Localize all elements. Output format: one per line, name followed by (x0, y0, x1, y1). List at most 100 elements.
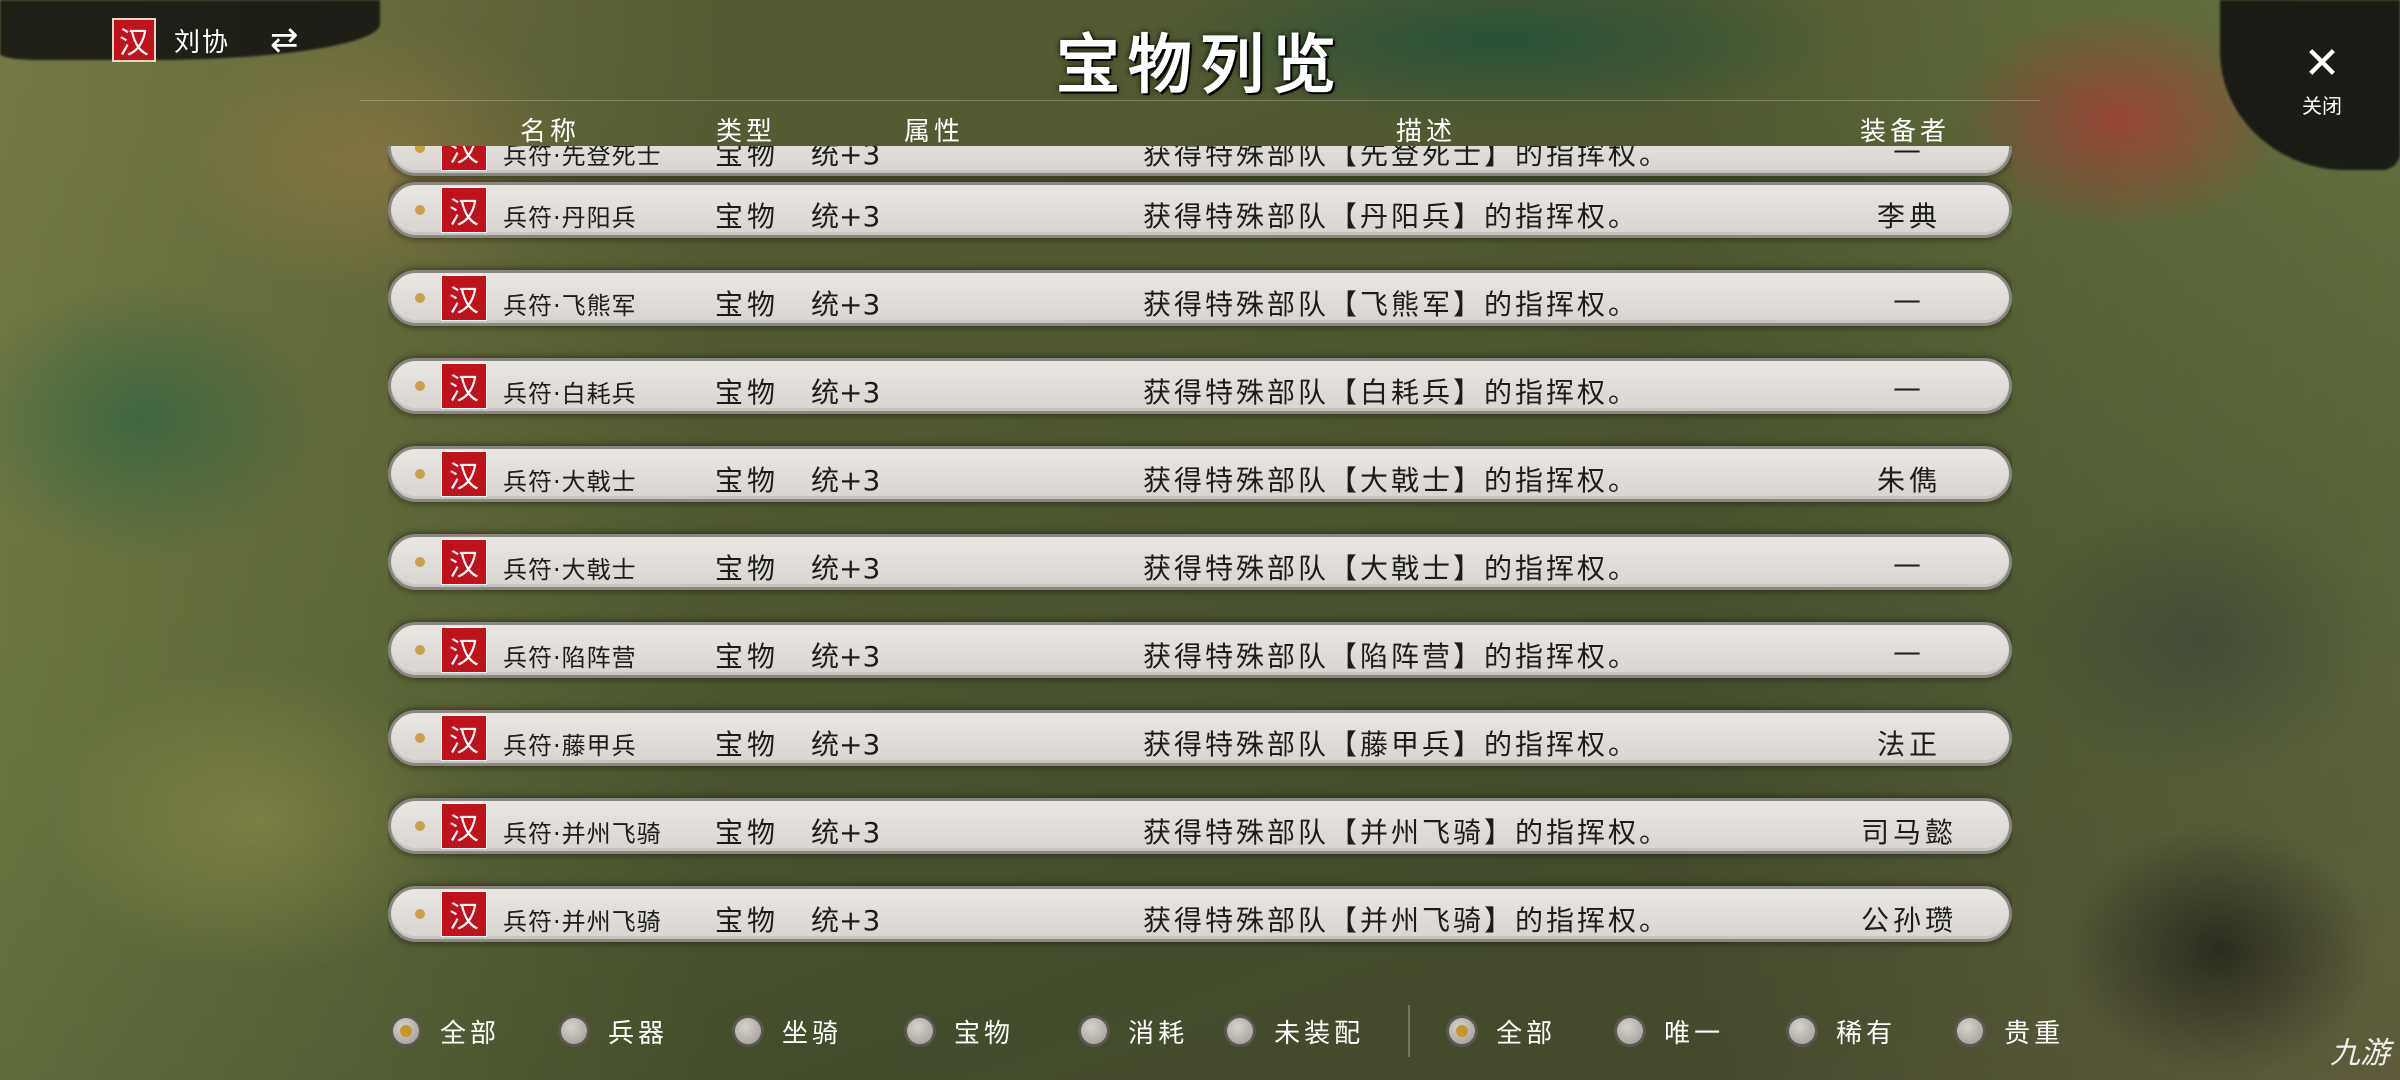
item-equipped-by: 法正 (1876, 728, 1941, 761)
item-name: 兵符·陷阵营 (503, 644, 637, 672)
item-type: 宝物 (715, 146, 780, 171)
item-description: 获得特殊部队【白耗兵】的指挥权。 (1143, 376, 1640, 409)
radio-button-icon[interactable] (904, 1015, 937, 1047)
item-attribute: 统+3 (811, 728, 881, 761)
item-description: 获得特殊部队【并州飞骑】的指挥权。 (1143, 816, 1671, 849)
treasure-row[interactable]: 汉兵符·大戟士 宝物 统+3 获得特殊部队【大戟士】的指挥权。 — (388, 534, 2012, 590)
filter-category-option[interactable]: 坐骑 (732, 1013, 842, 1050)
item-name: 兵符·丹阳兵 (503, 204, 637, 232)
close-button[interactable]: ✕ 关闭 (2282, 42, 2362, 119)
item-description: 获得特殊部队【丹阳兵】的指挥权。 (1143, 200, 1640, 233)
item-attribute: 统+3 (811, 816, 881, 849)
item-name: 兵符·白耗兵 (503, 380, 637, 408)
row-bullet-icon (415, 821, 425, 831)
radio-button-icon[interactable] (390, 1015, 422, 1047)
treasure-list[interactable]: 汉兵符·先登死士 宝物 统+3 获得特殊部队【先登死士】的指挥权。 — 汉兵符·丹阳兵 宝物… (388, 146, 2012, 974)
table-header: 名称 类型 属性 描述 装备者 (360, 100, 2040, 147)
item-attribute: 统+3 (811, 464, 881, 497)
item-name: 兵符·大戟士 (503, 468, 637, 496)
item-type: 宝物 (715, 200, 780, 233)
han-faction-badge: 汉 (441, 275, 487, 321)
item-type: 宝物 (715, 376, 780, 409)
row-bullet-icon (415, 557, 425, 567)
treasure-row[interactable]: 汉兵符·陷阵营 宝物 统+3 获得特殊部队【陷阵营】的指挥权。 — (388, 622, 2012, 678)
header-name: 名称 (520, 117, 581, 147)
filter-rarity-option[interactable]: 稀有 (1786, 1013, 1896, 1050)
radio-button-icon[interactable] (1954, 1015, 1987, 1047)
treasure-row[interactable]: 汉兵符·藤甲兵 宝物 统+3 获得特殊部队【藤甲兵】的指挥权。 法正 (388, 710, 2012, 766)
item-type: 宝物 (715, 640, 780, 673)
item-equipped-by: 司马懿 (1860, 816, 1957, 849)
item-attribute: 统+3 (811, 552, 881, 585)
treasure-row[interactable]: 汉兵符·先登死士 宝物 统+3 获得特殊部队【先登死士】的指挥权。 — (388, 146, 2012, 176)
filter-rarity-option[interactable]: 唯一 (1614, 1013, 1724, 1050)
row-bullet-icon (415, 205, 425, 215)
item-equipped-by: 公孙瓒 (1860, 904, 1957, 937)
row-bullet-icon (415, 381, 425, 391)
item-type: 宝物 (715, 728, 780, 761)
radio-button-icon[interactable] (1614, 1015, 1647, 1047)
header-type: 类型 (716, 117, 777, 147)
item-attribute: 统+3 (811, 288, 881, 321)
filter-category-option[interactable]: 兵器 (558, 1013, 668, 1050)
row-bullet-icon (415, 733, 425, 743)
radio-button-icon[interactable] (1446, 1015, 1479, 1047)
item-name: 兵符·先登死士 (503, 146, 662, 170)
filter-label: 未装配 (1274, 1018, 1365, 1049)
han-faction-badge: 汉 (441, 891, 487, 937)
radio-button-icon[interactable] (1224, 1015, 1257, 1047)
row-bullet-icon (415, 645, 425, 655)
item-name: 兵符·飞熊军 (503, 292, 637, 320)
han-faction-badge: 汉 (441, 627, 487, 673)
item-type: 宝物 (715, 464, 780, 497)
han-faction-badge: 汉 (441, 715, 487, 761)
filter-label: 兵器 (608, 1018, 669, 1049)
filter-category-option[interactable]: 全部 (390, 1013, 500, 1050)
radio-button-icon[interactable] (558, 1015, 591, 1047)
item-name: 兵符·大戟士 (503, 556, 637, 584)
filter-label: 宝物 (954, 1018, 1015, 1049)
item-attribute: 统+3 (811, 640, 881, 673)
filter-category-option[interactable]: 消耗 (1078, 1013, 1188, 1050)
filter-label: 唯一 (1664, 1018, 1725, 1049)
han-faction-badge: 汉 (441, 187, 487, 233)
han-faction-badge: 汉 (441, 363, 487, 409)
item-attribute: 统+3 (811, 146, 881, 171)
watermark-logo: 九游 (2330, 1036, 2390, 1071)
item-equipped-by: — (1893, 635, 1925, 668)
treasure-row[interactable]: 汉兵符·白耗兵 宝物 统+3 获得特殊部队【白耗兵】的指挥权。 — (388, 358, 2012, 414)
filter-category-option[interactable]: 宝物 (904, 1013, 1014, 1050)
radio-button-icon[interactable] (1786, 1015, 1819, 1047)
item-description: 获得特殊部队【大戟士】的指挥权。 (1143, 464, 1640, 497)
item-equipped-by: — (1893, 283, 1925, 316)
han-faction-badge: 汉 (441, 803, 487, 849)
item-attribute: 统+3 (811, 904, 881, 937)
filter-label: 贵重 (2004, 1018, 2065, 1049)
treasure-row[interactable]: 汉兵符·飞熊军 宝物 统+3 获得特殊部队【飞熊军】的指挥权。 — (388, 270, 2012, 326)
row-bullet-icon (415, 909, 425, 919)
radio-button-icon[interactable] (1078, 1015, 1111, 1047)
radio-button-icon[interactable] (732, 1015, 765, 1047)
han-faction-badge: 汉 (441, 146, 487, 171)
filter-category-option[interactable]: 未装配 (1224, 1013, 1364, 1050)
item-name: 兵符·并州飞骑 (503, 820, 662, 848)
item-equipped-by: — (1893, 371, 1925, 404)
page-title: 宝物列览 (1056, 28, 1344, 103)
han-faction-badge: 汉 (441, 451, 487, 497)
item-description: 获得特殊部队【大戟士】的指挥权。 (1143, 552, 1640, 585)
item-description: 获得特殊部队【藤甲兵】的指挥权。 (1143, 728, 1640, 761)
filter-label: 全部 (1496, 1018, 1557, 1049)
item-type: 宝物 (715, 288, 780, 321)
treasure-row[interactable]: 汉兵符·并州飞骑 宝物 统+3 获得特殊部队【并州飞骑】的指挥权。 公孙瓒 (388, 886, 2012, 942)
close-icon[interactable]: ✕ (2282, 42, 2362, 86)
treasure-row[interactable]: 汉兵符·丹阳兵 宝物 统+3 获得特殊部队【丹阳兵】的指挥权。 李典 (388, 182, 2012, 238)
item-description: 获得特殊部队【飞熊军】的指挥权。 (1143, 288, 1640, 321)
treasure-row[interactable]: 汉兵符·并州飞骑 宝物 统+3 获得特殊部队【并州飞骑】的指挥权。 司马懿 (388, 798, 2012, 854)
treasure-row[interactable]: 汉兵符·大戟士 宝物 统+3 获得特殊部队【大戟士】的指挥权。 朱儁 (388, 446, 2012, 502)
item-type: 宝物 (715, 552, 780, 585)
filter-rarity-option[interactable]: 全部 (1446, 1013, 1556, 1050)
item-equipped-by: — (1893, 547, 1925, 580)
filter-rarity-option[interactable]: 贵重 (1954, 1013, 2064, 1050)
filter-divider (1408, 1005, 1411, 1057)
item-type: 宝物 (715, 904, 780, 937)
